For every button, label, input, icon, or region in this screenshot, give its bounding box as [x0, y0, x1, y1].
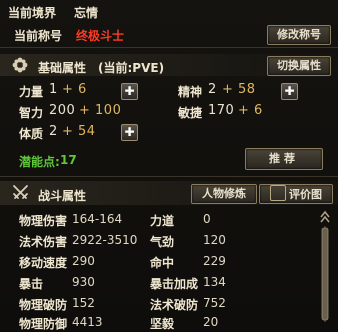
plus-icon: ✚ [284, 84, 295, 98]
combat-value: 752 [203, 296, 226, 310]
scrollbar[interactable] [320, 210, 330, 325]
plus-icon: ✚ [124, 125, 135, 139]
stat-base-constitution: 2 [49, 124, 58, 139]
potential-label: 潜能点: [19, 155, 60, 169]
plus-icon: ✚ [124, 84, 135, 98]
character-attributes-panel: 当前境界 忘情 当前称号 终极斗士 修改称号 基础属性 (当前:PVE) 切换属… [0, 0, 338, 331]
combat-label: 法术破防 [150, 298, 199, 312]
combat-label: 力道 [150, 214, 175, 228]
combat-label: 物理破防 [19, 298, 68, 312]
divider [0, 47, 338, 48]
crossed-swords-icon [12, 184, 29, 201]
combat-heading: 战斗属性 [38, 189, 87, 203]
combat-value: 120 [203, 233, 226, 247]
combat-label: 物理伤害 [19, 214, 68, 228]
combat-label: 暴击加成 [150, 277, 199, 291]
switch-attribute-button[interactable]: 切换属性 [267, 56, 331, 76]
attribute-mode: (当前:PVE) [98, 61, 165, 75]
rating-chart-button[interactable]: 评价图 [259, 184, 333, 204]
realm-label: 当前境界 [8, 6, 57, 20]
recommend-button[interactable]: 推荐 [245, 148, 323, 170]
stat-bonus-constitution: + 54 [62, 124, 96, 139]
combat-value: 290 [72, 254, 95, 268]
character-cultivate-button[interactable]: 人物修炼 [191, 184, 257, 204]
add-constitution-button[interactable]: ✚ [121, 124, 138, 141]
combat-label: 法术伤害 [19, 235, 68, 249]
combat-label: 气劲 [150, 235, 175, 249]
gear-flower-icon [12, 57, 28, 73]
combat-label: 暴击 [19, 277, 44, 291]
divider [0, 176, 338, 177]
combat-value: 20 [203, 315, 219, 329]
stat-label-spirit: 精神 [178, 85, 203, 99]
combat-label: 移动速度 [19, 256, 68, 270]
stat-label-intellect: 智力 [19, 106, 44, 120]
combat-value: 164-164 [72, 212, 123, 226]
rating-chart-label: 评价图 [289, 188, 322, 201]
combat-value: 930 [72, 275, 95, 289]
stat-base-spirit: 2 [208, 82, 217, 97]
combat-value: 2922-3510 [72, 233, 138, 247]
combat-label: 物理防御 [19, 317, 68, 331]
stat-bonus-strength: + 6 [62, 82, 87, 97]
combat-value: 4413 [72, 315, 103, 329]
change-title-button[interactable]: 修改称号 [267, 25, 331, 45]
potential-value: 17 [60, 153, 77, 167]
add-strength-button[interactable]: ✚ [121, 83, 138, 100]
stat-label-agility: 敏捷 [178, 106, 203, 120]
combat-label: 命中 [150, 256, 175, 270]
stat-bonus-spirit: + 58 [222, 82, 256, 97]
combat-label: 坚毅 [150, 317, 175, 331]
realm-value: 忘情 [74, 6, 99, 20]
stat-label-strength: 力量 [19, 85, 44, 99]
stat-base-agility: 170 [208, 103, 235, 118]
basic-heading: 基础属性 [38, 61, 87, 75]
add-spirit-button[interactable]: ✚ [281, 83, 298, 100]
combat-value: 134 [203, 275, 226, 289]
title-value: 终极斗士 [76, 29, 125, 43]
combat-value: 0 [203, 212, 211, 226]
stat-bonus-agility: + 6 [238, 103, 263, 118]
stat-base-intellect: 200 [49, 103, 76, 118]
stat-bonus-intellect: + 100 [79, 103, 122, 118]
combat-value: 152 [72, 296, 95, 310]
combat-value: 229 [203, 254, 226, 268]
stat-label-constitution: 体质 [19, 127, 44, 141]
rating-chart-icon [270, 185, 286, 201]
stat-base-strength: 1 [49, 82, 58, 97]
title-label: 当前称号 [14, 29, 63, 43]
